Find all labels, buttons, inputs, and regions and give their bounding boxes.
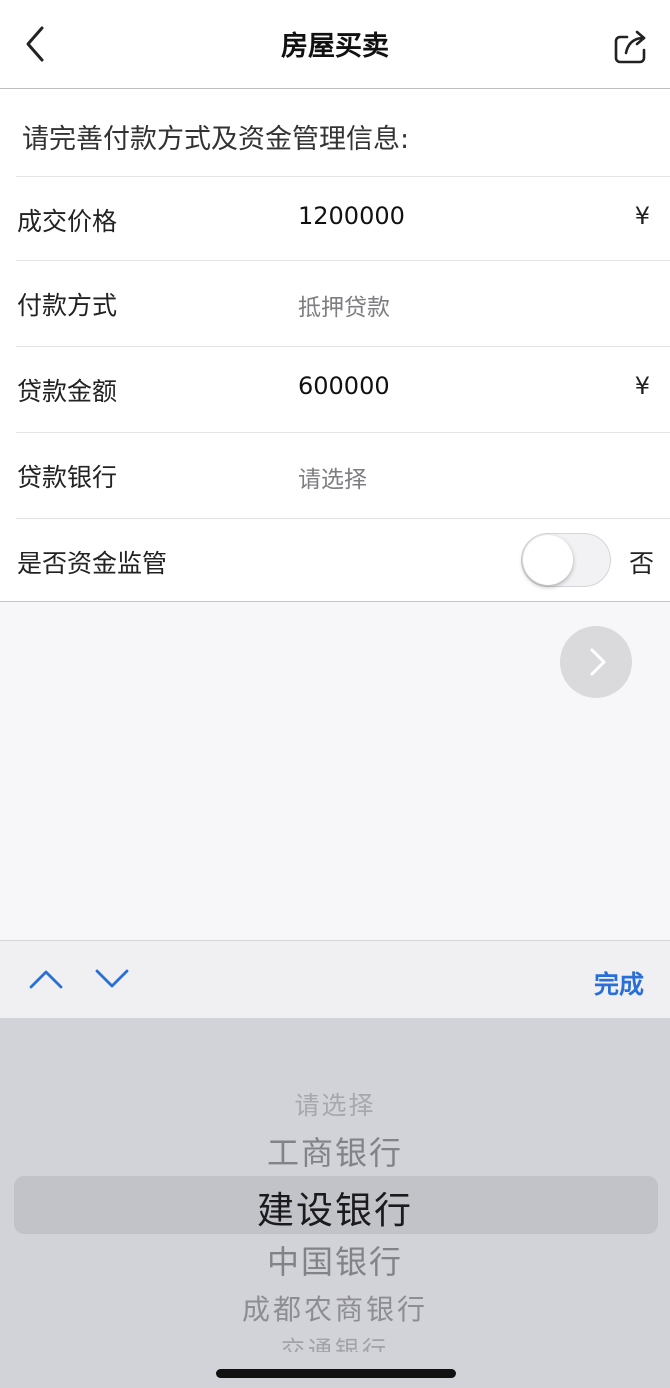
navigation-bar: 房屋买卖 — [0, 0, 670, 89]
loan-amount-label: 贷款金额 — [17, 377, 118, 406]
currency-unit: ¥ — [634, 202, 650, 230]
deal-price-label: 成交价格 — [17, 207, 118, 236]
divider — [16, 260, 670, 261]
picker-toolbar: 完成 — [0, 940, 670, 1019]
payment-form: 请完善付款方式及资金管理信息: 成交价格 1200000 ¥ 付款方式 抵押贷款… — [0, 89, 670, 602]
bank-picker[interactable]: 请选择 工商银行 建设银行 中国银行 成都农商银行 交通银行 — [0, 1018, 670, 1388]
row-loan-amount[interactable]: 贷款金额 600000 ¥ — [0, 346, 670, 432]
chevron-down-icon[interactable] — [94, 967, 130, 995]
chevron-up-icon[interactable] — [28, 967, 64, 995]
deal-price-input[interactable]: 1200000 — [298, 202, 405, 230]
done-button[interactable]: 完成 — [594, 965, 644, 1001]
fund-supervision-label: 是否资金监管 — [17, 549, 168, 578]
home-indicator[interactable] — [216, 1369, 456, 1378]
divider — [16, 346, 670, 347]
row-loan-bank[interactable]: 贷款银行 请选择 — [0, 432, 670, 518]
next-button[interactable] — [560, 626, 632, 698]
divider — [16, 176, 670, 177]
payment-method-select[interactable]: 抵押贷款 — [298, 288, 390, 322]
loan-amount-input[interactable]: 600000 — [298, 372, 390, 400]
share-icon[interactable] — [612, 28, 650, 66]
loan-bank-select[interactable]: 请选择 — [298, 460, 367, 494]
currency-unit: ¥ — [634, 372, 650, 400]
section-title: 请完善付款方式及资金管理信息: — [22, 124, 410, 155]
payment-method-label: 付款方式 — [17, 291, 118, 320]
picker-option[interactable]: 成都农商银行 — [0, 1288, 670, 1328]
row-fund-supervision: 是否资金监管 否 — [0, 518, 670, 604]
row-payment-method[interactable]: 付款方式 抵押贷款 — [0, 260, 670, 346]
divider — [16, 432, 670, 433]
fund-supervision-toggle[interactable] — [521, 533, 611, 587]
divider — [16, 518, 670, 519]
picker-option-selected[interactable]: 建设银行 — [0, 1180, 670, 1234]
picker-option[interactable]: 中国银行 — [0, 1237, 670, 1283]
toggle-knob — [523, 535, 573, 585]
row-deal-price[interactable]: 成交价格 1200000 ¥ — [0, 176, 670, 262]
toggle-state-text: 否 — [628, 549, 654, 578]
picker-option[interactable]: 交通银行 — [0, 1330, 670, 1352]
picker-option[interactable]: 请选择 — [0, 1086, 670, 1122]
picker-option[interactable]: 工商银行 — [0, 1128, 670, 1174]
chevron-right-icon — [590, 648, 606, 676]
loan-bank-label: 贷款银行 — [17, 463, 118, 492]
page-title: 房屋买卖 — [281, 31, 389, 62]
